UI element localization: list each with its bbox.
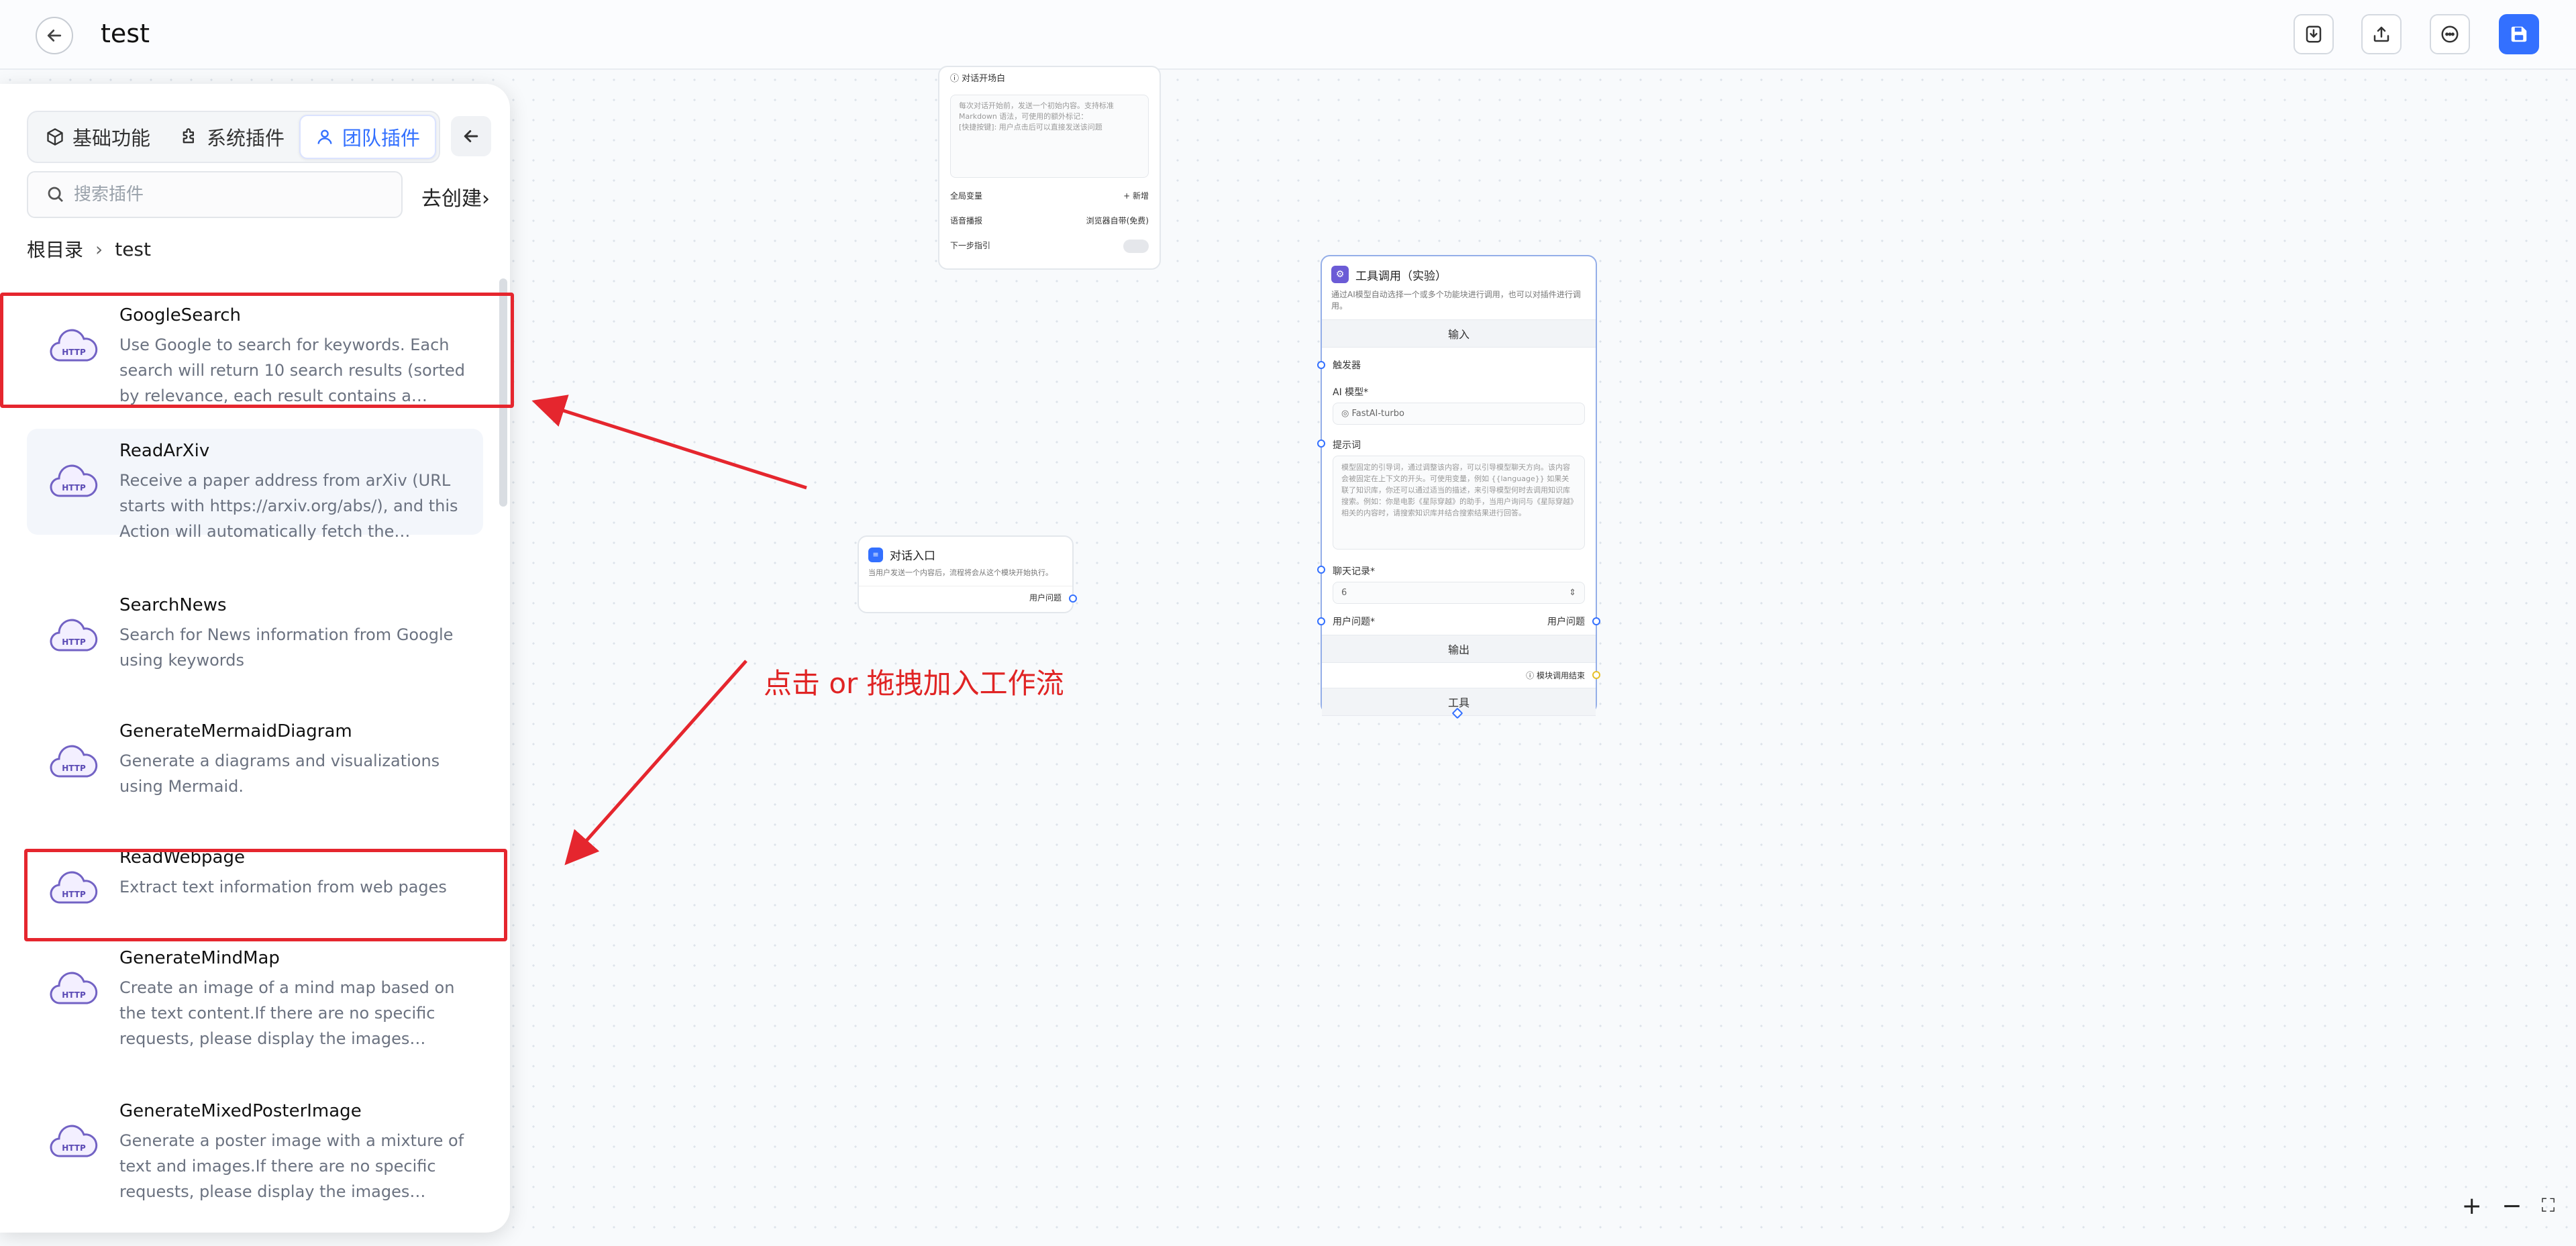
chevron-right-icon: › (95, 238, 103, 260)
svg-text:HTTP: HTTP (62, 637, 86, 647)
highlight-googlesearch (0, 293, 514, 408)
plugin-desc: Search for News information from Google … (119, 625, 454, 670)
svg-text:HTTP: HTTP (62, 483, 86, 492)
user-icon (317, 129, 332, 144)
plugin-desc: Create an image of a mind map based on t… (119, 978, 455, 1048)
chevron-right-icon: › (482, 187, 490, 211)
http-cloud-icon: HTTP (50, 972, 98, 1004)
puzzle-icon (183, 128, 195, 144)
collapse-panel-button[interactable] (451, 116, 491, 156)
plugin-name: SearchNews (119, 595, 227, 615)
svg-text:HTTP: HTTP (62, 764, 86, 773)
plugin-item[interactable]: HTTP GenerateMixedPosterImage Generate a… (27, 1089, 483, 1201)
http-cloud-icon: HTTP (50, 619, 98, 652)
zoom-in-button[interactable]: + (2462, 1192, 2482, 1220)
plugin-panel: 基础功能 系统插件 团队插件 去创建› 根目录 › test HTTP Goog… (0, 84, 510, 1233)
tab-basic[interactable]: 基础功能 (31, 115, 165, 159)
plugin-search-box (27, 171, 403, 218)
tab-system-plugins[interactable]: 系统插件 (165, 115, 299, 159)
cube-icon (47, 128, 63, 146)
plugin-name: ReadArXiv (119, 441, 210, 461)
arrow-to-googlesearch (531, 395, 807, 490)
plugin-tabs: 基础功能 系统插件 团队插件 (27, 111, 440, 163)
plugin-name: GenerateMindMap (119, 948, 280, 968)
zoom-controls: + − ⛶ (2452, 1189, 2565, 1223)
fit-view-button[interactable]: ⛶ (2542, 1194, 2555, 1217)
tab-team-plugins[interactable]: 团队插件 (299, 115, 437, 159)
plugin-desc: Receive a paper address from arXiv (URL … (119, 471, 458, 541)
svg-text:HTTP: HTTP (62, 1143, 86, 1153)
plugin-search-input[interactable] (74, 185, 396, 205)
plugin-item[interactable]: HTTP SearchNews Search for News informat… (27, 583, 483, 689)
plugin-item[interactable]: HTTP GenerateMindMap Create an image of … (27, 936, 483, 1048)
http-cloud-icon: HTTP (50, 1125, 98, 1157)
http-cloud-icon: HTTP (50, 745, 98, 778)
arrow-left-icon (464, 130, 478, 142)
breadcrumb-current: test (115, 238, 151, 260)
plugin-item[interactable]: HTTP GenerateMermaidDiagram Generate a d… (27, 709, 483, 815)
plugin-desc: Generate a poster image with a mixture o… (119, 1131, 464, 1201)
plugin-name: GenerateMixedPosterImage (119, 1101, 362, 1121)
arrow-to-readwebpage (564, 660, 748, 866)
breadcrumb-root[interactable]: 根目录 (27, 236, 83, 262)
zoom-out-button[interactable]: − (2502, 1192, 2522, 1220)
plugin-name: GenerateMermaidDiagram (119, 721, 352, 741)
svg-text:HTTP: HTTP (62, 990, 86, 1000)
http-cloud-icon: HTTP (50, 464, 98, 497)
plugin-item[interactable]: HTTP ReadArXiv Receive a paper address f… (27, 429, 483, 541)
goto-create-link[interactable]: 去创建› (421, 182, 490, 211)
highlight-readwebpage (24, 849, 507, 941)
plugin-desc: Generate a diagrams and visualizations u… (119, 751, 440, 796)
annotation-text: 点击 or 拖拽加入工作流 (764, 667, 1064, 700)
breadcrumb: 根目录 › test (27, 236, 151, 262)
search-icon (48, 187, 63, 202)
